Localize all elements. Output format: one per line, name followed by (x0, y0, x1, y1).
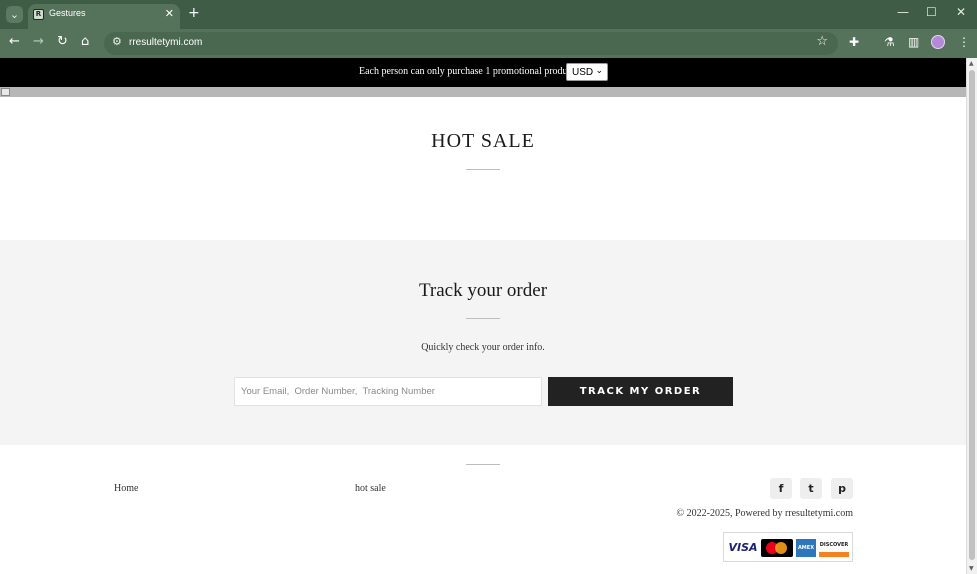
section-divider (466, 318, 500, 319)
announcement-text: Each person can only purchase 1 promotio… (359, 66, 579, 77)
amex-icon: AMEX (796, 539, 816, 557)
track-order-input[interactable] (234, 377, 542, 406)
page-viewport: Each person can only purchase 1 promotio… (0, 58, 977, 574)
broken-image-icon (1, 88, 10, 96)
facebook-icon[interactable]: f (770, 478, 792, 499)
site-info-tune-icon[interactable]: ⚙ (112, 35, 122, 48)
browser-tab-bar: ⌄ R Gestures ✕ + — ☐ ✕ (0, 0, 977, 29)
track-order-section: Track your order Quickly check your orde… (0, 240, 966, 445)
track-order-heading: Track your order (418, 280, 548, 301)
address-bar[interactable]: ⚙ rresultetymi.com ☆ (104, 32, 838, 55)
pinterest-icon[interactable]: p (831, 478, 853, 499)
copyright-text: © 2022-2025, Powered by rresultetymi.com (676, 508, 853, 519)
extensions-puzzle-icon[interactable]: ✚ (849, 35, 859, 49)
hero-banner-image (0, 87, 966, 97)
visa-icon: VISA (728, 541, 758, 554)
discover-icon: DISCOVER (819, 539, 849, 557)
section-divider (466, 169, 500, 170)
currency-select[interactable]: USD ⌄ (566, 63, 608, 81)
new-tab-plus-icon[interactable]: + (188, 5, 200, 21)
browser-tab[interactable]: R Gestures ✕ (28, 4, 180, 29)
scroll-up-icon[interactable]: ▲ (969, 60, 974, 67)
scroll-down-icon[interactable]: ▼ (969, 565, 974, 572)
window-close-icon[interactable]: ✕ (956, 5, 966, 19)
page-scrollbar[interactable]: ▲ ▼ (966, 58, 977, 574)
side-panel-icon[interactable]: ▥ (908, 35, 919, 49)
track-order-button[interactable]: TRACK MY ORDER (548, 377, 733, 406)
forward-arrow-icon[interactable]: → (33, 34, 44, 49)
tab-search-chevron-down-icon[interactable]: ⌄ (6, 6, 23, 23)
tab-title: Gestures (49, 8, 86, 18)
currency-value: USD (572, 67, 594, 78)
url-text[interactable]: rresultetymi.com (129, 37, 202, 48)
footer-link-hot-sale[interactable]: hot sale (355, 483, 386, 494)
minimize-icon[interactable]: — (897, 5, 909, 19)
back-arrow-icon[interactable]: ← (9, 34, 20, 49)
announcement-bar: Each person can only purchase 1 promotio… (0, 58, 966, 87)
chevron-down-icon: ⌄ (595, 66, 603, 76)
kebab-menu-icon[interactable]: ⋮ (958, 35, 970, 49)
bookmark-star-icon[interactable]: ☆ (816, 34, 828, 49)
maximize-icon[interactable]: ☐ (926, 5, 937, 19)
browser-toolbar: ← → ↻ ⌂ ⚙ rresultetymi.com ☆ ✚ ⚗ ▥ ⋮ (0, 29, 977, 58)
labs-flask-icon[interactable]: ⚗ (884, 35, 895, 49)
home-icon[interactable]: ⌂ (81, 34, 89, 49)
twitter-icon[interactable]: t (800, 478, 822, 499)
payment-methods: VISA AMEX DISCOVER (723, 532, 853, 562)
profile-avatar[interactable] (931, 35, 945, 49)
mastercard-icon (761, 539, 793, 557)
track-order-subtitle: Quickly check your order info. (421, 342, 545, 353)
hot-sale-heading: HOT SALE (431, 130, 535, 152)
footer-divider (466, 464, 500, 465)
reload-icon[interactable]: ↻ (57, 34, 68, 49)
footer-link-home[interactable]: Home (114, 483, 138, 494)
favicon-icon: R (33, 9, 44, 20)
scrollbar-thumb[interactable] (969, 70, 975, 560)
tab-close-icon[interactable]: ✕ (165, 7, 174, 20)
